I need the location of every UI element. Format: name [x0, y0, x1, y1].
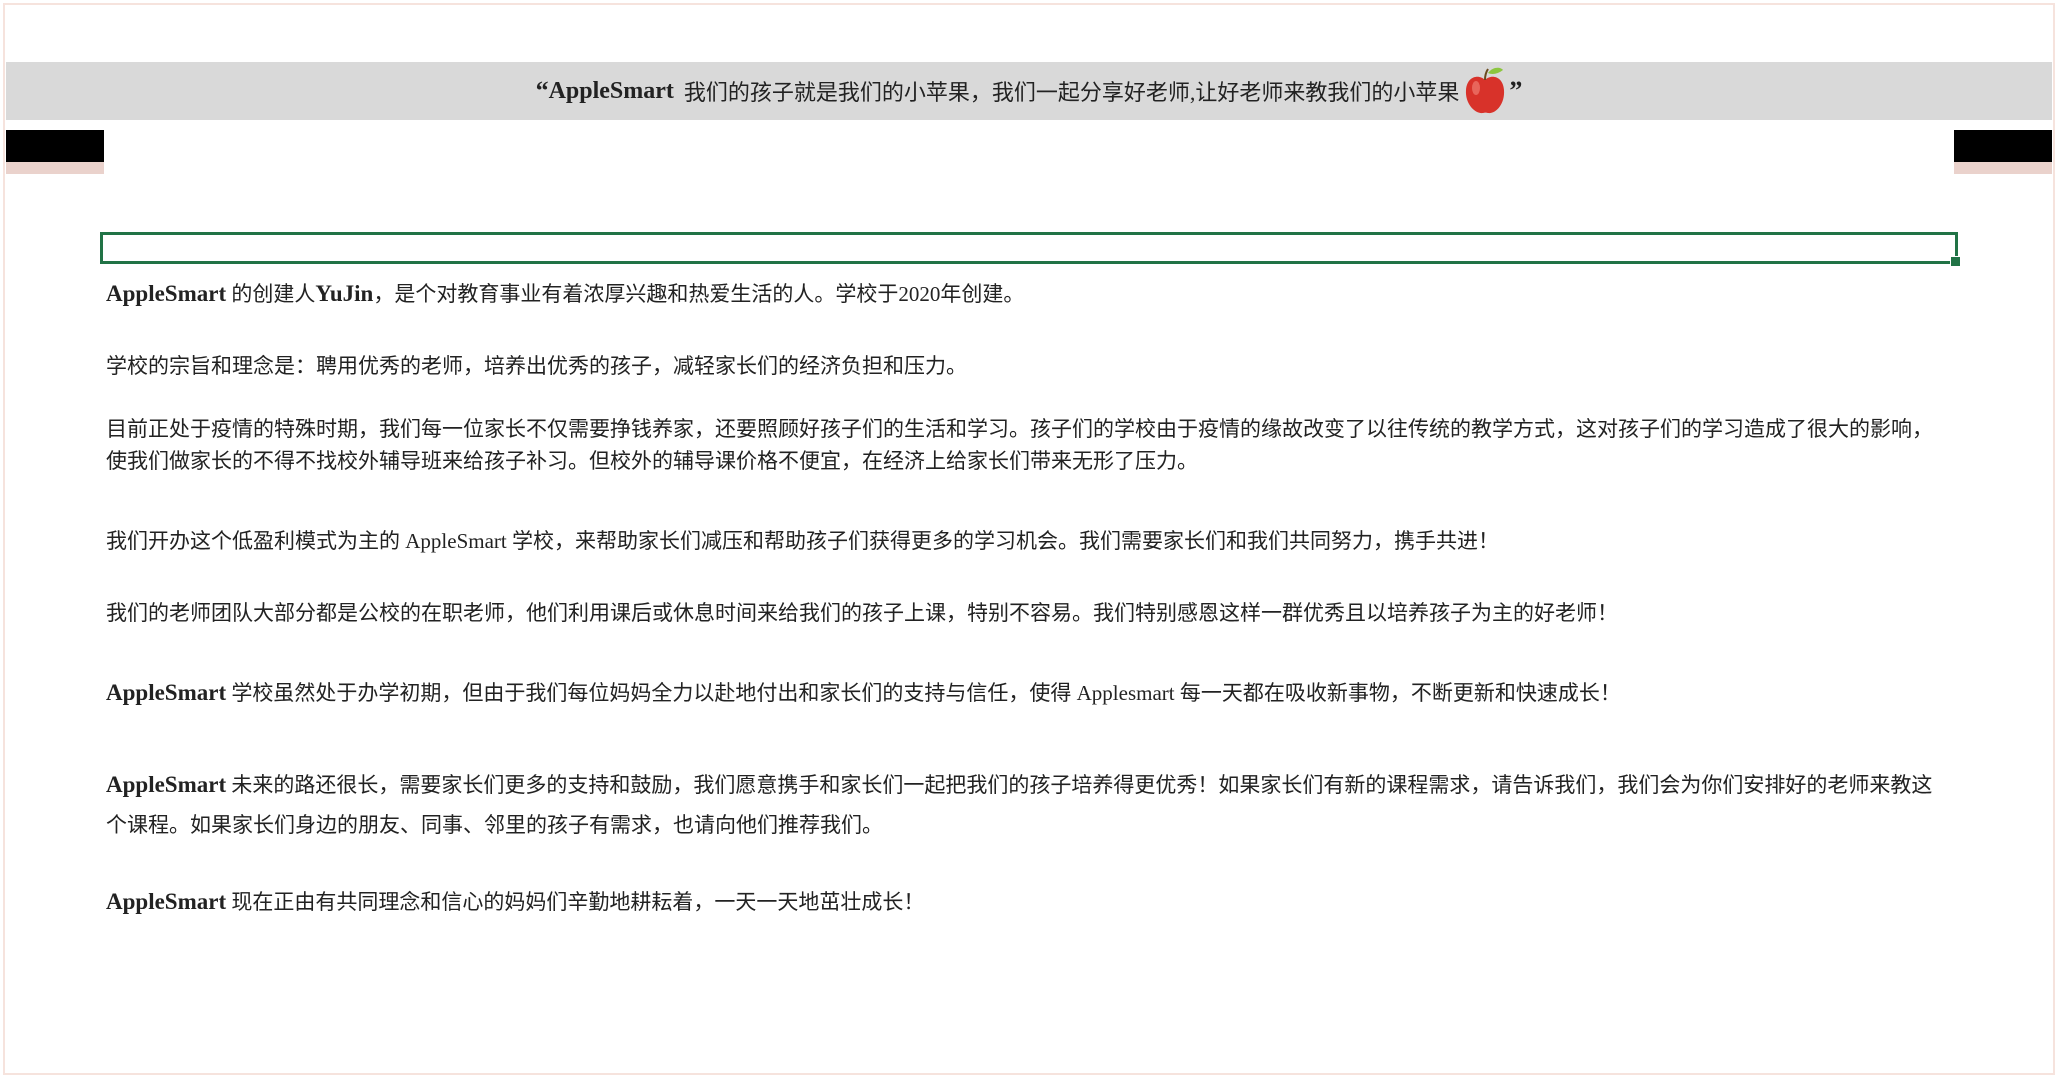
brand-name: AppleSmart — [106, 680, 227, 705]
paragraph-mission: 学校的宗旨和理念是：聘用优秀的老师，培养出优秀的孩子，减轻家长们的经济负担和压力… — [106, 350, 1946, 382]
paragraph-text: 学校的宗旨和理念是：聘用优秀的老师，培养出优秀的孩子，减轻家长们的经济负担和压力… — [106, 354, 967, 378]
paragraph-closing: AppleSmart 现在正由有共同理念和信心的妈妈们辛勤地耕耘着，一天一天地茁… — [106, 886, 1946, 918]
close-quote: ” — [1509, 76, 1523, 105]
brand-name: AppleSmart — [106, 772, 227, 797]
paragraph-background: 目前正处于疫情的特殊时期，我们每一位家长不仅需要挣钱养家，还要照顾好孩子们的生活… — [106, 413, 1946, 477]
paragraph-text: ，是个对教育事业有着浓厚兴趣和热爱生活的人。学校于2020年创建。 — [373, 282, 1025, 306]
fill-handle[interactable] — [1950, 256, 1961, 267]
brand-name: AppleSmart — [106, 889, 227, 914]
corner-block-left — [6, 130, 104, 174]
corner-block-right — [1954, 130, 2052, 174]
paragraph-text: 我们开办这个低盈利模式为主的 AppleSmart 学校，来帮助家长们减压和帮助… — [106, 529, 1499, 553]
banner-brand: AppleSmart — [548, 77, 674, 104]
paragraph-founder: AppleSmart 的创建人YuJin，是个对教育事业有着浓厚兴趣和热爱生活的… — [106, 278, 1946, 310]
open-quote: “ — [535, 76, 549, 105]
paragraph-growth: AppleSmart 学校虽然处于办学初期，但由于我们每位妈妈全力以赴地付出和家… — [106, 677, 1946, 709]
slogan-banner: “ AppleSmart 我们的孩子就是我们的小苹果，我们一起分享好老师,让好老… — [6, 62, 2052, 120]
paragraph-purpose: 我们开办这个低盈利模式为主的 AppleSmart 学校，来帮助家长们减压和帮助… — [106, 525, 1946, 557]
banner-slogan: 我们的孩子就是我们的小苹果，我们一起分享好老师,让好老师来教我们的小苹果 — [683, 80, 1460, 105]
paragraph-text: 未来的路还很长，需要家长们更多的支持和鼓励，我们愿意携手和家长们一起把我们的孩子… — [106, 773, 1933, 837]
paragraph-future: AppleSmart 未来的路还很长，需要家长们更多的支持和鼓励，我们愿意携手和… — [106, 765, 1946, 845]
apple-icon — [1463, 66, 1507, 116]
brand-name: AppleSmart — [106, 281, 227, 306]
founder-name: YuJin — [315, 281, 374, 306]
paragraph-teachers: 我们的老师团队大部分都是公校的在职老师，他们利用课后或休息时间来给我们的孩子上课… — [106, 597, 1946, 629]
paragraph-text: 目前正处于疫情的特殊时期，我们每一位家长不仅需要挣钱养家，还要照顾好孩子们的生活… — [106, 417, 1933, 473]
paragraph-text: 现在正由有共同理念和信心的妈妈们辛勤地耕耘着，一天一天地茁壮成长！ — [226, 890, 925, 914]
paragraph-text: 的创建人 — [226, 282, 316, 306]
selected-title-cell[interactable] — [100, 232, 1961, 267]
paragraph-text: 学校虽然处于办学初期，但由于我们每位妈妈全力以赴地付出和家长们的支持与信任，使得… — [226, 681, 1621, 705]
paragraph-text: 我们的老师团队大部分都是公校的在职老师，他们利用课后或休息时间来给我们的孩子上课… — [106, 601, 1618, 625]
